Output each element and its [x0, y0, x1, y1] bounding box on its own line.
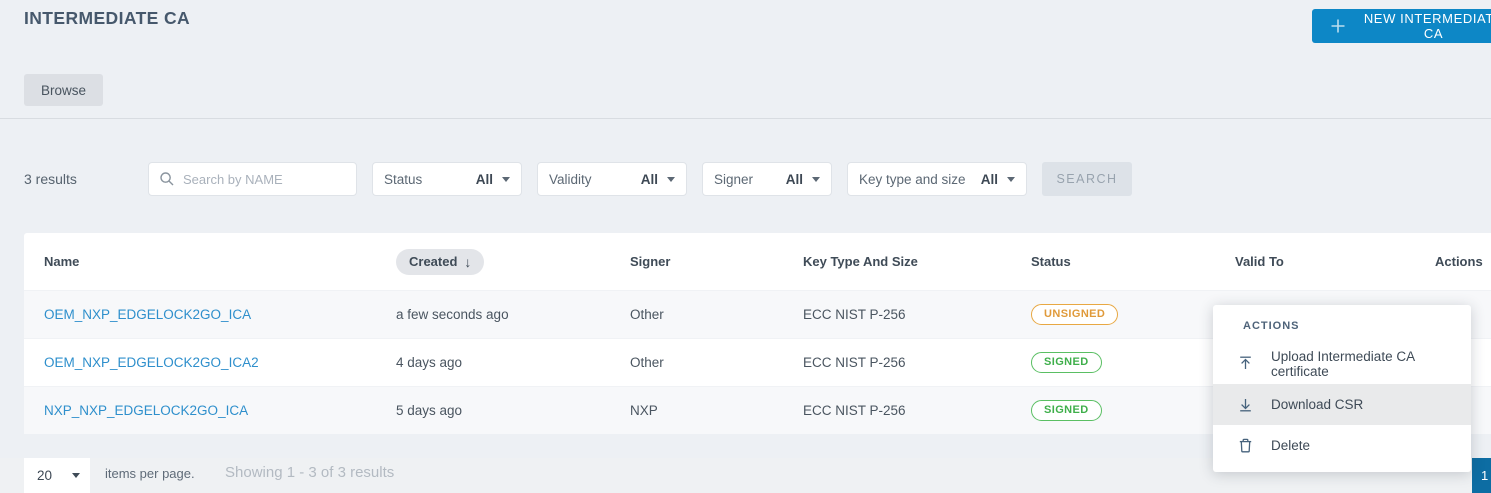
filter-signer-value: All — [785, 171, 803, 187]
status-badge: SIGNED — [1031, 352, 1102, 373]
new-intermediate-ca-label: NEW INTERMEDIATE CA — [1363, 11, 1491, 41]
chevron-down-icon — [502, 176, 510, 182]
column-header-created-label: Created — [409, 254, 458, 269]
cell-created: 4 days ago — [396, 355, 463, 370]
cell-signer: Other — [630, 307, 664, 322]
ca-name-link[interactable]: OEM_NXP_EDGELOCK2GO_ICA — [44, 307, 251, 322]
column-header-keytype: Key Type And Size — [803, 254, 918, 269]
cell-name: NXP_NXP_EDGELOCK2GO_ICA — [24, 403, 376, 418]
cell-keytype: ECC NIST P-256 — [803, 403, 906, 418]
items-per-page-label: items per page. — [105, 466, 195, 481]
menu-item-label: Delete — [1271, 438, 1311, 453]
cell-status: SIGNED — [1011, 400, 1215, 421]
new-intermediate-ca-button[interactable]: NEW INTERMEDIATE CA — [1312, 9, 1491, 43]
page-title: INTERMEDIATE CA — [24, 8, 191, 28]
cell-keytype: ECC NIST P-256 — [803, 307, 906, 322]
filter-status-dropdown[interactable]: Status All — [372, 162, 522, 196]
filter-validity-label: Validity — [549, 171, 592, 187]
results-count: 3 results — [24, 171, 77, 187]
ca-name-link[interactable]: OEM_NXP_EDGELOCK2GO_ICA2 — [44, 355, 259, 370]
column-header-signer: Signer — [630, 254, 671, 269]
actions-menu-title: ACTIONS — [1243, 320, 1300, 332]
filter-keytype-label: Key type and size — [859, 171, 966, 187]
menu-item-label: Download CSR — [1271, 397, 1364, 412]
tab-browse[interactable]: Browse — [24, 74, 104, 106]
filter-validity-dropdown[interactable]: Validity All — [537, 162, 687, 196]
table-header-row: Name Created ↓ Signer Key Type And Size … — [24, 233, 1491, 290]
column-header-status: Status — [1031, 254, 1071, 269]
created-sort-pill[interactable]: Created ↓ — [396, 248, 485, 275]
filter-signer-dropdown[interactable]: Signer All — [702, 162, 832, 196]
chevron-down-icon — [812, 176, 820, 182]
cell-signer: NXP — [630, 403, 658, 418]
page-size-select[interactable]: 20 — [24, 458, 90, 493]
header-divider — [0, 118, 1491, 119]
download-icon — [1237, 396, 1254, 413]
cell-status: UNSIGNED — [1011, 304, 1215, 325]
column-header-validto: Valid To — [1235, 254, 1284, 269]
search-input[interactable] — [183, 171, 346, 187]
cell-name: OEM_NXP_EDGELOCK2GO_ICA — [24, 307, 376, 322]
chevron-down-icon — [72, 473, 80, 478]
search-button[interactable]: SEARCH — [1042, 162, 1132, 196]
cell-status: SIGNED — [1011, 352, 1215, 373]
search-box — [148, 162, 357, 196]
filter-status-label: Status — [384, 171, 423, 187]
filter-validity-value: All — [640, 171, 658, 187]
filter-status-value: All — [475, 171, 493, 187]
plus-icon — [1330, 18, 1346, 34]
chevron-down-icon — [667, 176, 675, 182]
cell-created: a few seconds ago — [396, 307, 509, 322]
menu-item-delete[interactable]: Delete — [1213, 425, 1471, 466]
filter-bar: 3 results Status All Validity All Signer… — [24, 162, 1132, 196]
status-badge: SIGNED — [1031, 400, 1102, 421]
trash-icon — [1237, 437, 1254, 454]
cell-created: 5 days ago — [396, 403, 463, 418]
filter-keytype-dropdown[interactable]: Key type and size All — [847, 162, 1027, 196]
upload-icon — [1237, 355, 1254, 372]
column-header-name: Name — [44, 254, 80, 269]
cell-name: OEM_NXP_EDGELOCK2GO_ICA2 — [24, 355, 376, 370]
cell-keytype: ECC NIST P-256 — [803, 355, 906, 370]
column-header-actions: Actions — [1435, 254, 1483, 269]
actions-context-menu: ACTIONS Upload Intermediate CA certifica… — [1213, 305, 1471, 472]
showing-results-text: Showing 1 - 3 of 3 results — [225, 464, 395, 481]
ca-name-link[interactable]: NXP_NXP_EDGELOCK2GO_ICA — [44, 403, 248, 418]
menu-item-label: Upload Intermediate CA certificate — [1271, 348, 1415, 379]
chevron-down-icon — [1007, 176, 1015, 182]
sort-desc-icon: ↓ — [464, 253, 472, 270]
search-icon — [159, 171, 175, 187]
filter-signer-label: Signer — [714, 171, 754, 187]
pagination-page-1[interactable]: 1 — [1472, 458, 1491, 493]
cell-signer: Other — [630, 355, 664, 370]
menu-item-upload-certificate[interactable]: Upload Intermediate CA certificate — [1213, 343, 1471, 384]
column-header-created: Created ↓ — [376, 248, 610, 275]
filter-keytype-value: All — [980, 171, 998, 187]
status-badge: UNSIGNED — [1031, 304, 1119, 325]
page-size-value: 20 — [37, 468, 53, 483]
menu-item-download-csr[interactable]: Download CSR — [1213, 384, 1471, 425]
